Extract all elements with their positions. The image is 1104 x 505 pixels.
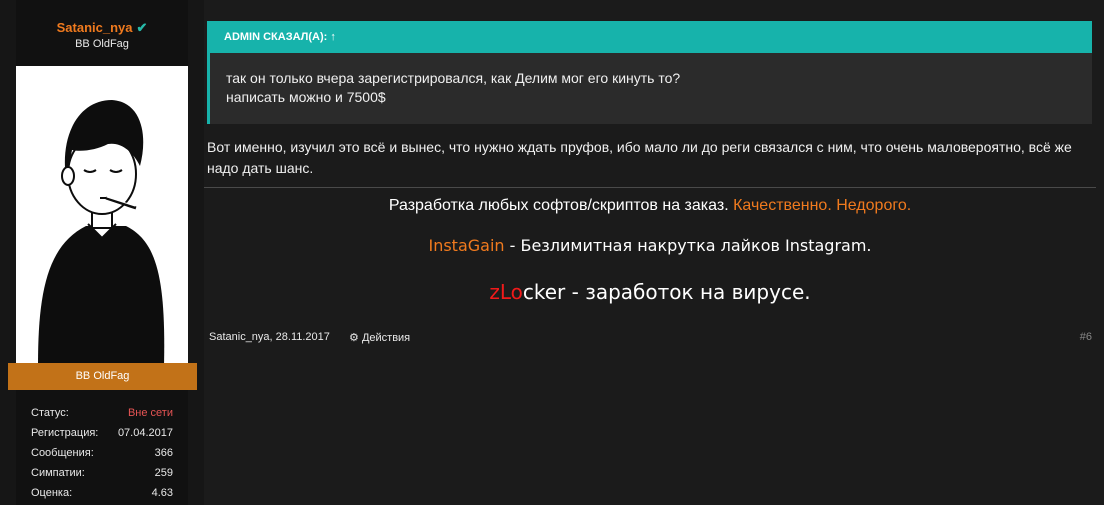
post-number-link[interactable]: #6	[1080, 331, 1092, 343]
verified-check-icon: ✔	[136, 20, 148, 35]
actions-button[interactable]: ⚙ Действия	[349, 331, 410, 344]
stat-value: 07.04.2017	[117, 427, 173, 439]
stat-value: 4.63	[151, 487, 173, 499]
stat-value: Вне сети	[127, 407, 173, 419]
stat-row-likes: Симпатии: 259	[31, 464, 173, 484]
post-author-date[interactable]: Satanic_nya, 28.11.2017	[209, 331, 330, 343]
signature-text[interactable]: cker - заработок на вирусе.	[523, 280, 811, 304]
stat-label: Симпатии:	[31, 467, 85, 479]
user-title: BB OldFag	[75, 38, 129, 50]
signature-link-zlocker[interactable]: zLo	[489, 280, 523, 304]
post-footer: Satanic_nya, 28.11.2017 ⚙ Действия #6	[209, 331, 1092, 347]
stat-value[interactable]: 366	[155, 444, 173, 464]
stat-label: Оценка:	[31, 487, 73, 499]
stat-row-registration: Регистрация: 07.04.2017	[31, 424, 173, 444]
username-link[interactable]: Satanic_nya ✔	[0, 20, 204, 36]
user-stats: Статус: Вне сети Регистрация: 07.04.2017…	[31, 404, 173, 504]
stat-label: Статус:	[31, 407, 69, 419]
stat-row-rating: Оценка: 4.63	[31, 484, 173, 504]
signature-link-instagain[interactable]: InstaGain	[428, 236, 504, 255]
signature-text: Разработка любых софтов/скриптов на зака…	[388, 197, 729, 214]
user-sidebar: Satanic_nya ✔ BB OldFag BB OldFag Статус…	[0, 0, 204, 505]
avatar-illustration	[38, 100, 165, 364]
quote-line: написать можно и 7500$	[226, 89, 386, 105]
username-text[interactable]: Satanic_nya	[57, 20, 133, 35]
gears-icon: ⚙	[349, 332, 359, 344]
stat-value: 259	[154, 467, 173, 479]
signature-highlight: Качественно. Недорого.	[733, 197, 912, 214]
stat-label: Регистрация:	[31, 427, 99, 439]
post-message: Вот именно, изучил это всё и вынес, что …	[207, 139, 1072, 176]
stat-label: Сообщения:	[31, 447, 94, 459]
stat-row-status: Статус: Вне сети	[31, 404, 173, 424]
avatar[interactable]	[16, 66, 188, 364]
signature-line-2[interactable]: InstaGain - Безлимитная накрутка лайков …	[204, 236, 1096, 255]
stat-row-messages: Сообщения: 366	[31, 444, 173, 464]
post-content: ADMIN СКАЗАЛ(А): ↑ так он только вчера з…	[204, 0, 1104, 505]
signature-line-3[interactable]: zLocker - заработок на вирусе.	[204, 280, 1096, 304]
signature-divider	[204, 187, 1096, 188]
signature-line-1: Разработка любых софтов/скриптов на зака…	[204, 197, 1096, 215]
quote-body: так он только вчера зарегистрировался, к…	[207, 53, 1092, 124]
user-rank-banner: BB OldFag	[8, 363, 197, 390]
quote-header-link[interactable]: ADMIN СКАЗАЛ(А): ↑	[207, 21, 1092, 53]
quote-line: так он только вчера зарегистрировался, к…	[226, 70, 681, 86]
signature-text[interactable]: - Безлимитная накрутка лайков Instagram.	[505, 236, 872, 255]
actions-label[interactable]: Действия	[362, 332, 410, 344]
